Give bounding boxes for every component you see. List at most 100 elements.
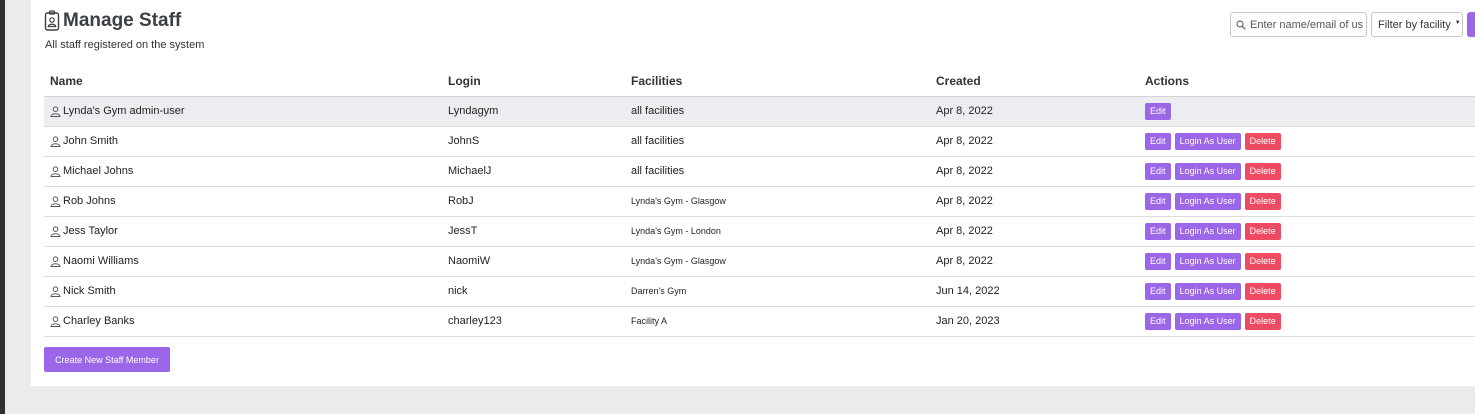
delete-button[interactable]: Delete [1244, 192, 1281, 210]
name-cell: John Smith [44, 126, 442, 157]
user-icon [50, 255, 61, 267]
table-row: Lynda's Gym admin-user Lyndagym all faci… [44, 96, 1475, 127]
staff-name: Nick Smith [63, 285, 116, 297]
login-cell: JohnS [442, 126, 625, 157]
staff-panel: Manage Staff All staff registered on the… [31, 0, 1475, 386]
app-sidebar-edge [0, 0, 5, 414]
user-icon [50, 195, 61, 207]
search-icon [1236, 19, 1246, 30]
column-header-name: Name [44, 66, 442, 97]
login-as-user-button[interactable]: Login As User [1174, 222, 1241, 240]
staff-table: Name Login Facilities Created Actions Ly… [44, 66, 1475, 337]
create-new-staff-member-button[interactable]: Create New Staff Member [44, 347, 170, 372]
edit-button[interactable]: Edit [1145, 132, 1171, 150]
name-cell: Lynda's Gym admin-user [44, 96, 442, 127]
facilities-cell: Lynda's Gym - Glasgow [625, 186, 930, 217]
table-row: Rob Johns RobJ Lynda's Gym - Glasgow Apr… [44, 186, 1475, 217]
edit-button[interactable]: Edit [1145, 192, 1171, 210]
login-cell: RobJ [442, 186, 625, 217]
user-icon [50, 225, 61, 237]
login-cell: charley123 [442, 306, 625, 337]
facilities-cell: all facilities [625, 96, 930, 127]
created-cell: Apr 8, 2022 [930, 246, 1139, 277]
edit-button[interactable]: Edit [1145, 222, 1171, 240]
created-cell: Apr 8, 2022 [930, 126, 1139, 157]
column-header-login: Login [442, 66, 625, 97]
title-row: Manage Staff [44, 10, 204, 32]
created-cell: Apr 8, 2022 [930, 216, 1139, 247]
login-cell: JessT [442, 216, 625, 247]
login-as-user-button[interactable]: Login As User [1174, 252, 1241, 270]
name-cell: Nick Smith [44, 276, 442, 307]
search-input[interactable] [1250, 18, 1368, 31]
actions-cell: Edit Login As User Delete [1139, 246, 1475, 277]
created-cell: Apr 8, 2022 [930, 186, 1139, 217]
user-icon [50, 105, 61, 117]
column-header-facilities: Facilities [625, 66, 930, 97]
staff-name: Jess Taylor [63, 225, 118, 237]
actions-cell: Edit Login As User Delete [1139, 276, 1475, 307]
login-as-user-button[interactable]: Login As User [1174, 312, 1241, 330]
actions-cell: Edit Login As User Delete [1139, 156, 1475, 187]
staff-name: Charley Banks [63, 315, 135, 327]
table-row: Michael Johns MichaelJ all facilities Ap… [44, 156, 1475, 187]
user-icon [50, 315, 61, 327]
actions-cell: Edit Login As User Delete [1139, 306, 1475, 337]
login-as-user-button[interactable]: Login As User [1174, 282, 1241, 300]
table-row: Charley Banks charley123 Facility A Jan … [44, 306, 1475, 337]
column-header-actions: Actions [1139, 66, 1475, 97]
login-cell: NaomiW [442, 246, 625, 277]
filter-by-facility-dropdown[interactable]: Filter by facility ▼ [1371, 12, 1463, 37]
page-header: Manage Staff All staff registered on the… [44, 10, 204, 51]
created-cell: Apr 8, 2022 [930, 156, 1139, 187]
staff-name: Naomi Williams [63, 255, 139, 267]
table-row: Naomi Williams NaomiW Lynda's Gym - Glas… [44, 246, 1475, 277]
actions-cell: Edit Login As User Delete [1139, 126, 1475, 157]
staff-name: Rob Johns [63, 195, 116, 207]
login-cell: Lyndagym [442, 96, 625, 127]
facilities-cell: Lynda's Gym - Glasgow [625, 246, 930, 277]
staff-name: Michael Johns [63, 165, 134, 177]
chevron-down-icon: ▼ [1454, 20, 1461, 26]
delete-button[interactable]: Delete [1244, 282, 1281, 300]
edit-button[interactable]: Edit [1145, 252, 1171, 270]
edit-button[interactable]: Edit [1145, 102, 1171, 120]
login-cell: MichaelJ [442, 156, 625, 187]
page-subtitle: All staff registered on the system [45, 39, 205, 51]
edit-button[interactable]: Edit [1145, 162, 1171, 180]
name-cell: Jess Taylor [44, 216, 442, 247]
facilities-cell: all facilities [625, 156, 930, 187]
login-as-user-button[interactable]: Login As User [1174, 132, 1241, 150]
edit-button[interactable]: Edit [1145, 312, 1171, 330]
facilities-cell: Darren's Gym [625, 276, 930, 307]
table-row: Jess Taylor JessT Lynda's Gym - London A… [44, 216, 1475, 247]
delete-button[interactable]: Delete [1244, 252, 1281, 270]
delete-button[interactable]: Delete [1244, 222, 1281, 240]
facilities-cell: all facilities [625, 126, 930, 157]
filter-label: Filter by facility [1378, 18, 1451, 31]
column-header-created: Created [930, 66, 1139, 97]
created-cell: Apr 8, 2022 [930, 96, 1139, 127]
table-row: Nick Smith nick Darren's Gym Jun 14, 202… [44, 276, 1475, 307]
staff-name: Lynda's Gym admin-user [63, 105, 185, 117]
actions-cell: Edit [1139, 96, 1475, 127]
login-as-user-button[interactable]: Login As User [1174, 192, 1241, 210]
add-button-partial[interactable] [1467, 12, 1475, 37]
edit-button[interactable]: Edit [1145, 282, 1171, 300]
created-cell: Jun 14, 2022 [930, 276, 1139, 307]
delete-button[interactable]: Delete [1244, 132, 1281, 150]
table-header-row: Name Login Facilities Created Actions [44, 66, 1475, 97]
page-title: Manage Staff [63, 10, 182, 31]
actions-cell: Edit Login As User Delete [1139, 216, 1475, 247]
facilities-cell: Lynda's Gym - London [625, 216, 930, 247]
actions-cell: Edit Login As User Delete [1139, 186, 1475, 217]
login-as-user-button[interactable]: Login As User [1174, 162, 1241, 180]
search-box[interactable] [1230, 12, 1368, 37]
delete-button[interactable]: Delete [1244, 312, 1281, 330]
name-cell: Michael Johns [44, 156, 442, 187]
delete-button[interactable]: Delete [1244, 162, 1281, 180]
user-icon [50, 165, 61, 177]
staff-name: John Smith [63, 135, 119, 147]
user-icon [50, 135, 61, 147]
login-cell: nick [442, 276, 625, 307]
